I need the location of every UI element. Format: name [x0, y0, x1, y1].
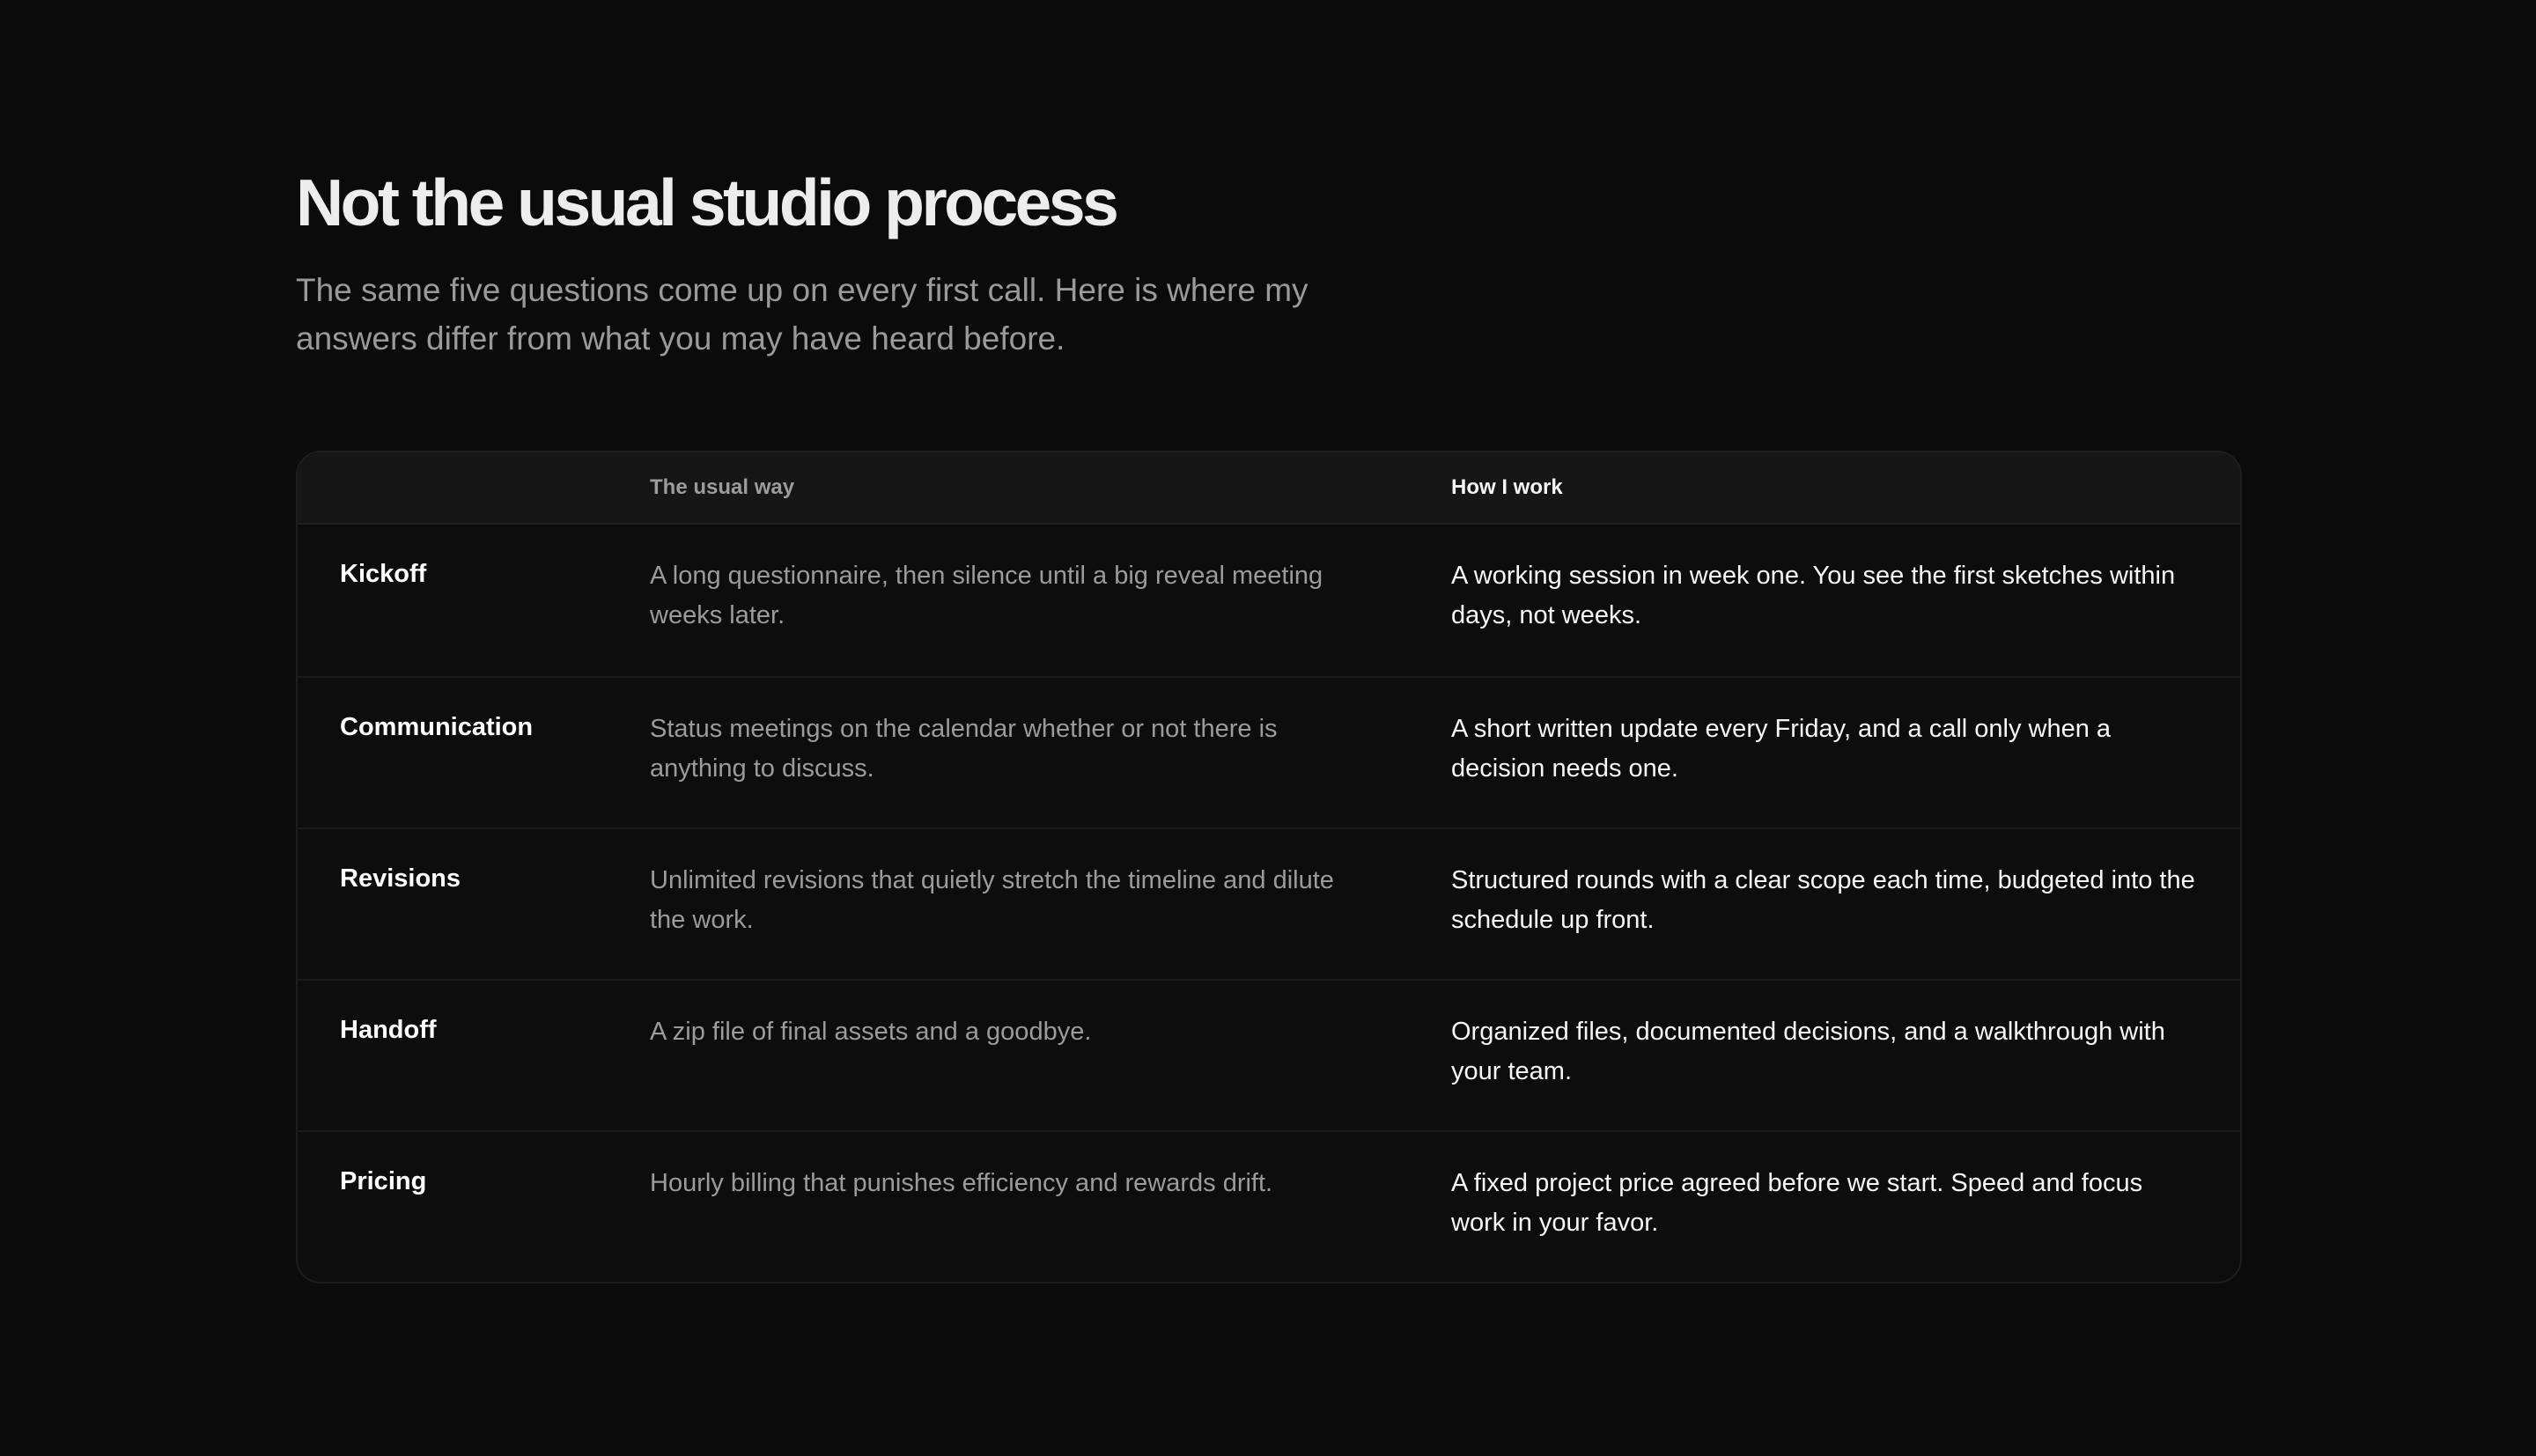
- header-cell-mine: How I work: [1451, 475, 2240, 500]
- page-subtitle: The same five questions come up on every…: [296, 272, 1309, 357]
- row-how-i-work: Structured rounds with a clear scope eac…: [1451, 866, 2195, 934]
- comparison-section: Not the usual studio process The same fi…: [296, 158, 2242, 1283]
- row-usual-way: Hourly billing that punishes efficiency …: [650, 1169, 1273, 1197]
- table-row: Kickoff A long questionnaire, then silen…: [298, 525, 2240, 676]
- row-label: Revisions: [340, 864, 461, 893]
- row-label: Kickoff: [340, 560, 427, 588]
- row-label: Communication: [340, 713, 534, 741]
- table-row: Pricing Hourly billing that punishes eff…: [298, 1130, 2240, 1282]
- table-row: Communication Status meetings on the cal…: [298, 676, 2240, 827]
- row-how-i-work: A fixed project price agreed before we s…: [1451, 1169, 2143, 1237]
- row-usual-way: Status meetings on the calendar whether …: [650, 715, 1278, 783]
- row-how-i-work: A working session in week one. You see t…: [1451, 562, 2176, 629]
- row-label: Handoff: [340, 1016, 437, 1044]
- table-row: Handoff A zip file of final assets and a…: [298, 979, 2240, 1130]
- row-usual-way: A zip file of final assets and a goodbye…: [650, 1018, 1092, 1046]
- comparison-table: The usual way How I work Kickoff A long …: [296, 451, 2242, 1283]
- row-how-i-work: A short written update every Friday, and…: [1451, 715, 2112, 783]
- header-cell-usual: The usual way: [650, 475, 1451, 500]
- row-usual-way: A long questionnaire, then silence until…: [650, 562, 1323, 629]
- table-row: Revisions Unlimited revisions that quiet…: [298, 827, 2240, 979]
- page-title: Not the usual studio process: [296, 165, 1119, 239]
- header-usual-way: The usual way: [650, 475, 795, 499]
- table-header-row: The usual way How I work: [298, 452, 2240, 525]
- row-usual-way: Unlimited revisions that quietly stretch…: [650, 866, 1334, 934]
- header-how-i-work: How I work: [1451, 475, 1563, 499]
- row-how-i-work: Organized files, documented decisions, a…: [1451, 1018, 2165, 1085]
- row-label: Pricing: [340, 1167, 427, 1195]
